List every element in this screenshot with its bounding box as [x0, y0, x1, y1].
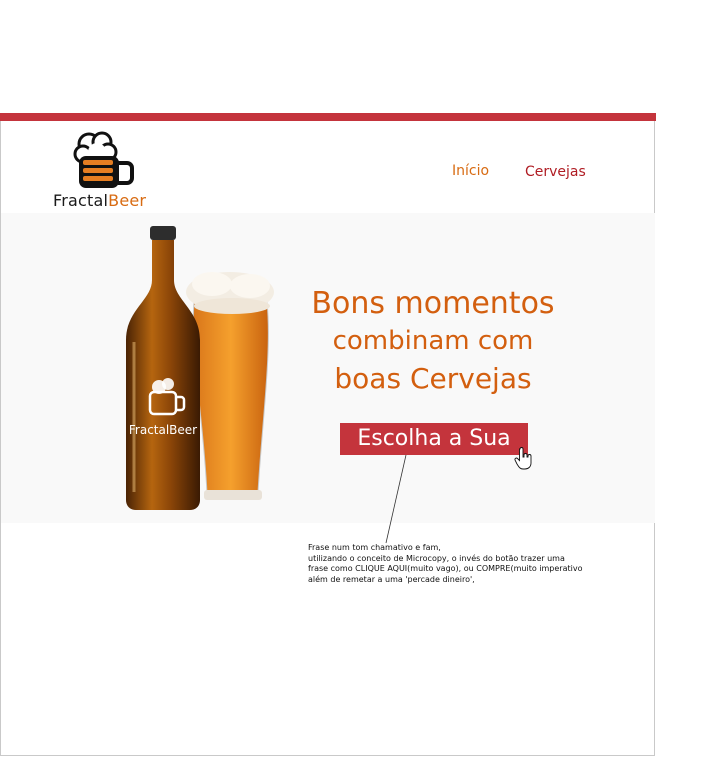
- brand-wordmark[interactable]: FractalBeer: [53, 191, 146, 210]
- beer-bottle-and-glass-image: FractalBeer: [126, 226, 274, 510]
- hero-headline: Bons momentos combinam com boas Cervejas: [295, 286, 571, 398]
- choose-yours-button[interactable]: Escolha a Sua: [340, 423, 528, 455]
- annotation-line-2: utilizando o conceito de Microcopy, o in…: [308, 553, 565, 563]
- headline-line-2: combinam com: [332, 326, 534, 356]
- top-accent-bar: [0, 113, 656, 121]
- brand-name-part2: Beer: [108, 191, 147, 210]
- nav-link-beers[interactable]: Cervejas: [525, 164, 586, 180]
- headline-line-3: boas Cervejas: [334, 362, 532, 395]
- annotation-note: Frase num tom chamativo e fam, utilizand…: [308, 543, 628, 585]
- brand-name-part1: Fractal: [53, 191, 109, 210]
- nav-link-home[interactable]: Início: [452, 163, 489, 179]
- annotation-line-3: frase como CLIQUE AQUI(muito vago), ou C…: [308, 564, 583, 573]
- headline-line-1: Bons momentos: [311, 286, 555, 321]
- annotation-line-4: além de remetar a uma 'percade dineiro',: [308, 574, 475, 584]
- annotation-line-1: Frase num tom chamativo e fam,: [308, 543, 441, 552]
- hand-pointer-icon: [514, 447, 532, 470]
- bottle-label: FractalBeer: [129, 423, 197, 437]
